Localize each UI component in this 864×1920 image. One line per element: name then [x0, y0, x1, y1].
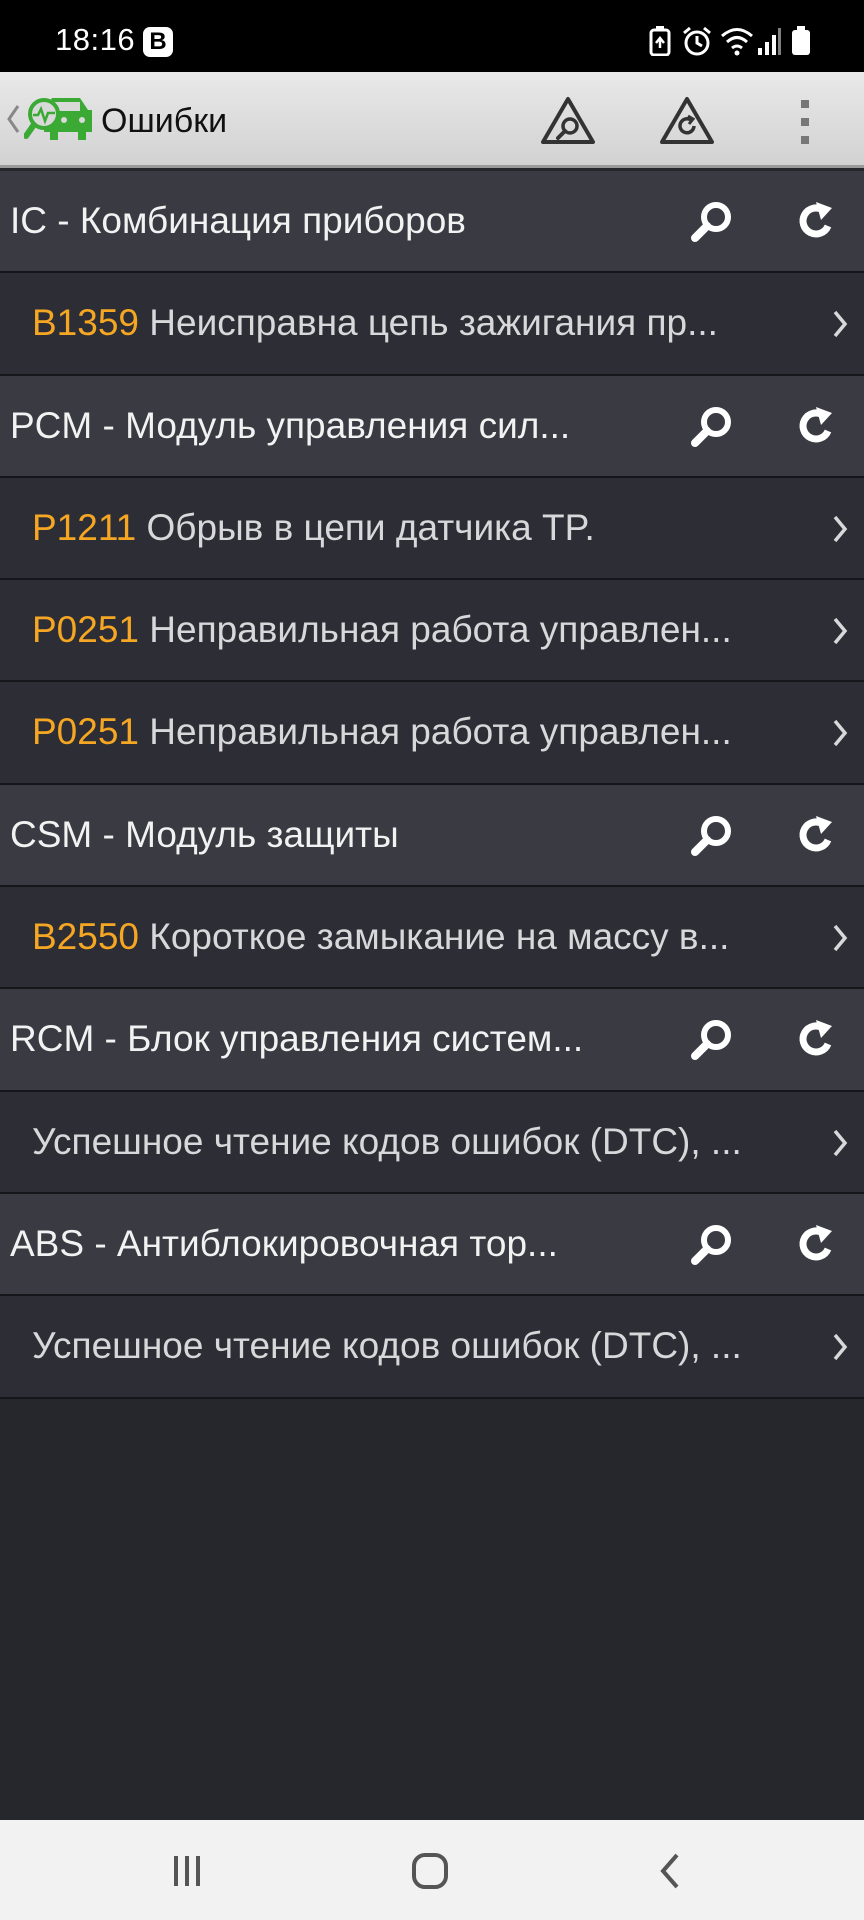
dtc-row[interactable]: B2550 Короткое замыкание на массу в...: [0, 887, 864, 990]
signal-icon: [758, 28, 781, 55]
search-icon[interactable]: [686, 401, 738, 453]
dtc-text: B1359 Неисправна цепь зажигания пр...: [32, 273, 822, 373]
chevron-right-icon: [833, 618, 848, 645]
module-name: ABS - Антиблокировочная тор...: [10, 1222, 558, 1264]
chevron-right-icon: [833, 515, 848, 543]
dtc-description: Обрыв в цепи датчика TP.: [146, 506, 595, 548]
module-header-row[interactable]: CSM - Модуль защиты: [0, 784, 864, 888]
chevron-right-icon: [833, 924, 848, 952]
alarm-icon: [683, 26, 711, 56]
dtc-text: P1211 Обрыв в цепи датчика TP.: [32, 478, 822, 578]
dtc-row[interactable]: P0251 Неправильная работа управлен...: [0, 682, 864, 785]
app-bar: Ошибки: [0, 72, 864, 168]
navigation-bar: [0, 1820, 864, 1920]
warning-search-icon[interactable]: [538, 92, 598, 152]
car-diagnostics-logo[interactable]: [24, 94, 94, 146]
dtc-row[interactable]: Успешное чтение кодов ошибок (DTC), ...: [0, 1296, 864, 1399]
dtc-description: Короткое замыкание на массу в...: [149, 916, 730, 958]
battery-saver-icon: [649, 26, 671, 56]
refresh-icon[interactable]: [790, 401, 842, 453]
dtc-row[interactable]: Успешное чтение кодов ошибок (DTC), ...: [0, 1091, 864, 1194]
home-icon[interactable]: [400, 1846, 460, 1896]
module-header-row[interactable]: RCM - Блок управления систем...: [0, 989, 864, 1092]
wifi-icon: [721, 28, 753, 56]
dtc-text: P0251 Неправильная работа управлен...: [32, 580, 822, 680]
dtc-code: P1211: [32, 506, 137, 548]
chevron-right-icon: [833, 311, 848, 338]
refresh-icon[interactable]: [790, 1219, 842, 1271]
recent-apps-icon[interactable]: [157, 1846, 217, 1896]
dtc-text: P0251 Неправильная работа управлен...: [32, 682, 822, 782]
dtc-description: Неправильная работа управлен...: [149, 711, 732, 753]
back-icon[interactable]: [6, 102, 20, 136]
dtc-row[interactable]: B1359 Неисправна цепь зажигания пр...: [0, 273, 864, 376]
dtc-code: P0251: [32, 711, 139, 753]
module-header-row[interactable]: ABS - Антиблокировочная тор...: [0, 1193, 864, 1297]
battery-icon: [792, 26, 810, 55]
dtc-code: P0251: [32, 609, 139, 651]
overflow-menu-icon[interactable]: [775, 92, 835, 152]
refresh-icon[interactable]: [790, 196, 842, 248]
search-icon[interactable]: [686, 810, 738, 862]
refresh-icon[interactable]: [790, 810, 842, 862]
chevron-right-icon: [833, 1129, 848, 1156]
warning-clear-icon[interactable]: [657, 92, 717, 152]
chevron-right-icon: [833, 1334, 848, 1361]
module-name: IC - Комбинация приборов: [10, 200, 466, 241]
dtc-description: Успешное чтение кодов ошибок (DTC), ...: [32, 1120, 742, 1162]
module-name: CSM - Модуль защиты: [10, 813, 399, 855]
dtc-code: B2550: [32, 916, 139, 958]
dtc-code: B1359: [32, 302, 139, 344]
dtc-description: Неисправна цепь зажигания пр...: [149, 302, 718, 344]
dtc-description: Неправильная работа управлен...: [149, 609, 732, 651]
dtc-row[interactable]: P1211 Обрыв в цепи датчика TP.: [0, 477, 864, 581]
search-icon[interactable]: [686, 1219, 738, 1271]
status-time: 18:16: [55, 22, 136, 57]
notification-badge: B: [143, 27, 173, 57]
module-header-row[interactable]: IC - Комбинация приборов: [0, 171, 864, 274]
search-icon[interactable]: [686, 196, 738, 248]
dtc-row[interactable]: P0251 Неправильная работа управлен...: [0, 580, 864, 683]
dtc-text: Успешное чтение кодов ошибок (DTC), ...: [32, 1092, 822, 1192]
error-list: IC - Комбинация приборов B1359 Неисправна…: [0, 171, 864, 1399]
status-bar: 18:16 B: [0, 0, 864, 72]
dtc-text: Успешное чтение кодов ошибок (DTC), ...: [32, 1296, 822, 1396]
search-icon[interactable]: [686, 1014, 738, 1066]
dtc-description: Успешное чтение кодов ошибок (DTC), ...: [32, 1325, 742, 1367]
module-name: PCM - Модуль управления сил...: [10, 404, 571, 446]
page-title: Ошибки: [101, 102, 228, 140]
dtc-text: B2550 Короткое замыкание на массу в...: [32, 887, 822, 987]
back-nav-icon[interactable]: [641, 1846, 701, 1896]
chevron-right-icon: [833, 720, 848, 747]
module-header-row[interactable]: PCM - Модуль управления сил...: [0, 375, 864, 478]
module-name: RCM - Блок управления систем...: [10, 1018, 584, 1060]
refresh-icon[interactable]: [790, 1014, 842, 1066]
